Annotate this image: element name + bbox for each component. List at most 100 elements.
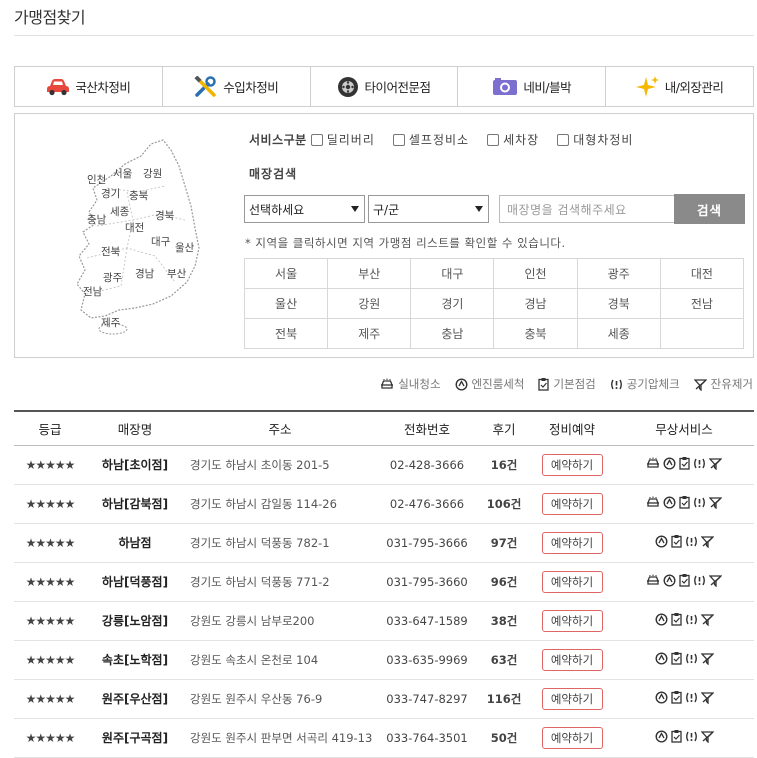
city-select[interactable]: 선택하세요 (244, 195, 365, 223)
map-region-incheon[interactable]: 인천 (87, 172, 106, 187)
engine-wash-icon (654, 612, 668, 626)
book-button[interactable]: 예약하기 (541, 726, 603, 749)
engine-wash-icon (654, 729, 668, 743)
map-region-daejeon[interactable]: 대전 (125, 220, 144, 235)
map-region-jeonnam[interactable]: 전남 (83, 284, 102, 299)
tire-pressure-icon (694, 497, 705, 508)
map-region-gangwon[interactable]: 강원 (143, 166, 162, 181)
review-count[interactable]: 97건 (478, 523, 530, 562)
district-select[interactable]: 구/군 (368, 195, 489, 223)
engine-wash-icon (654, 690, 668, 704)
region-cell[interactable]: 경남 (493, 288, 578, 319)
free-services-cell (614, 523, 754, 562)
map-region-gyeongbuk[interactable]: 경북 (155, 208, 174, 223)
review-count[interactable]: 50건 (478, 718, 530, 757)
map-region-busan[interactable]: 부산 (167, 266, 186, 281)
region-cell[interactable]: 대전 (659, 258, 745, 289)
review-count[interactable]: 63건 (478, 640, 530, 679)
store-name[interactable]: 강릉[노암점] (86, 601, 184, 640)
free-services-cell (614, 484, 754, 523)
region-cell[interactable]: 전북 (243, 318, 329, 349)
store-name[interactable]: 하남[감북점] (86, 484, 184, 523)
map-region-gwangju[interactable]: 광주 (103, 270, 122, 285)
checkbox-label: 딜리버리 (326, 133, 375, 147)
checkbox-self-service[interactable]: 셀프정비소 (392, 131, 469, 148)
region-cell[interactable]: 광주 (576, 258, 661, 289)
region-cell[interactable]: 세종 (576, 318, 661, 349)
free-service-icons (646, 495, 722, 509)
checkbox-delivery[interactable]: 딜리버리 (310, 131, 375, 148)
korea-map: 인천 서울 강원 경기 충북 세종 충남 경북 대전 대구 울산 전북 광주 경… (67, 136, 227, 336)
map-region-sejong[interactable]: 세종 (110, 204, 129, 219)
region-cell[interactable]: 부산 (327, 258, 412, 289)
legend-label: 기본점검 (553, 377, 596, 391)
store-phone: 031-795-3660 (386, 574, 468, 589)
region-cell[interactable]: 경기 (410, 288, 495, 319)
legend-label: 공기압체크 (626, 377, 680, 391)
book-button[interactable]: 예약하기 (541, 687, 603, 710)
map-region-jeonbuk[interactable]: 전북 (101, 244, 120, 259)
checklist-icon (670, 729, 682, 743)
book-button[interactable]: 예약하기 (541, 453, 603, 476)
region-cell[interactable]: 제주 (327, 318, 412, 349)
map-region-jeju[interactable]: 제주 (101, 315, 120, 330)
store-name[interactable]: 원주[구곡점] (86, 718, 184, 757)
review-count[interactable]: 38건 (478, 601, 530, 640)
region-cell[interactable]: 강원 (327, 288, 412, 319)
map-region-daegu[interactable]: 대구 (151, 234, 170, 249)
column-header: 무상서비스 (614, 410, 754, 446)
region-cell-empty (659, 318, 745, 349)
car-wash-icon (647, 496, 659, 507)
map-region-seoul[interactable]: 서울 (113, 166, 132, 181)
tab-import-repair[interactable]: 수입차정비 (163, 67, 311, 106)
checkbox-box[interactable] (557, 133, 570, 146)
region-cell[interactable]: 서울 (243, 258, 329, 289)
review-count[interactable]: 106건 (478, 484, 530, 523)
region-cell[interactable]: 대구 (410, 258, 495, 289)
book-button[interactable]: 예약하기 (541, 492, 603, 515)
store-name[interactable]: 하남[덕풍점] (86, 562, 184, 601)
service-legend: 실내청소 엔진룸세척 기본점검 공기압체크 잔유제거 (366, 376, 753, 392)
map-region-chungbuk[interactable]: 충북 (129, 188, 148, 203)
car-wash-icon (381, 378, 394, 389)
store-name[interactable]: 하남[초이점] (86, 445, 184, 484)
region-cell[interactable]: 울산 (243, 288, 329, 319)
region-cell[interactable]: 충북 (493, 318, 578, 349)
review-count[interactable]: 116건 (478, 679, 530, 718)
book-button[interactable]: 예약하기 (541, 648, 603, 671)
book-button[interactable]: 예약하기 (541, 570, 603, 593)
checkbox-large-vehicle[interactable]: 대형차정비 (557, 131, 633, 148)
region-cell[interactable]: 경북 (576, 288, 661, 319)
search-button[interactable]: 검색 (674, 194, 745, 224)
review-count[interactable]: 16건 (478, 445, 530, 484)
map-region-gyeongnam[interactable]: 경남 (135, 266, 154, 281)
map-region-ulsan[interactable]: 울산 (175, 240, 194, 255)
tab-tire-shop[interactable]: 타이어전문점 (311, 67, 459, 106)
tools-icon (194, 75, 216, 97)
store-name[interactable]: 속초[노학점] (86, 640, 184, 679)
checkbox-box[interactable] (392, 133, 405, 146)
booking-cell: 예약하기 (530, 445, 614, 484)
store-address: 강원도 속초시 온천로 104 (190, 652, 319, 667)
map-region-gyeonggi[interactable]: 경기 (101, 186, 120, 201)
checkbox-car-wash[interactable]: 세차장 (487, 131, 539, 148)
rating-stars: ★★★★★ (25, 613, 76, 628)
store-name[interactable]: 원주[우산점] (86, 679, 184, 718)
region-cell[interactable]: 인천 (493, 258, 578, 289)
book-button[interactable]: 예약하기 (541, 609, 603, 632)
tab-navi-blackbox[interactable]: 네비/블박 (458, 67, 607, 106)
tab-interior-exterior[interactable]: 내/외장관리 (606, 67, 753, 106)
tab-domestic-repair[interactable]: 국산차정비 (15, 67, 163, 106)
review-count[interactable]: 96건 (478, 562, 530, 601)
checkbox-box[interactable] (310, 133, 323, 146)
free-service-icons (654, 690, 714, 704)
store-address: 강원도 강릉시 남부로200 (190, 613, 315, 628)
store-address: 경기도 하남시 덕풍동 771-2 (190, 574, 330, 589)
store-name[interactable]: 하남점 (86, 523, 184, 562)
store-name-input[interactable]: 매장명을 검색해주세요 (499, 195, 675, 223)
map-region-chungnam[interactable]: 충남 (87, 212, 106, 227)
checkbox-box[interactable] (487, 133, 500, 146)
region-cell[interactable]: 전남 (659, 288, 745, 319)
book-button[interactable]: 예약하기 (541, 531, 603, 554)
region-cell[interactable]: 충남 (410, 318, 495, 349)
